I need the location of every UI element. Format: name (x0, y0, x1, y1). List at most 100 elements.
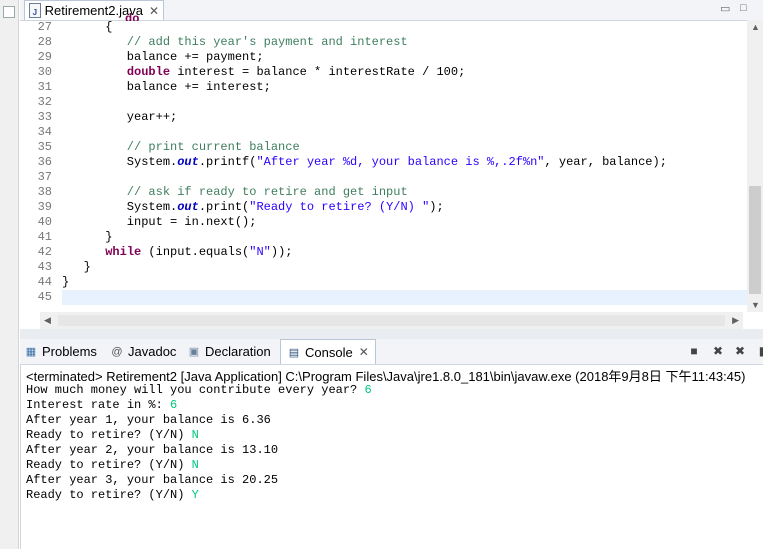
console-output-text: After year 1, your balance is 6.36 (26, 413, 271, 427)
code-editor[interactable]: do 27 28 29 30 31 32 33 34 35 36 37 38 39 40 41 42 43 44 4… (20, 12, 763, 332)
code-token: , year, balance); (544, 155, 667, 169)
code-token: double (126, 65, 171, 79)
code-token: ); (429, 200, 444, 214)
tab-declaration[interactable]: ▣ Declaration (187, 339, 271, 364)
remove-all-terminated-icon[interactable]: ✖ (732, 343, 748, 359)
code-line[interactable]: // print current balance (62, 140, 747, 155)
code-line[interactable]: balance += interest; (62, 80, 747, 95)
line-number: 28 (37, 35, 52, 49)
code-token: "After year %d, your balance is %,.2f%n" (256, 155, 545, 169)
console-output-text: Ready to retire? (Y/N) (26, 458, 192, 472)
code-token: year++; (62, 110, 178, 124)
code-token: interest = balance * interestRate / 100; (170, 65, 466, 79)
line-number: 44 (37, 275, 52, 289)
code-line[interactable]: input = in.next(); (62, 215, 747, 230)
console-line: Interest rate in %: 6 (26, 398, 372, 413)
code-token: System. (62, 200, 178, 214)
scroll-down-arrow-icon[interactable]: ▼ (751, 300, 760, 310)
code-text[interactable]: { // add this year's payment and interes… (62, 20, 763, 305)
scroll-right-arrow-icon[interactable]: ▶ (732, 315, 739, 326)
line-number: 41 (37, 230, 52, 244)
line-number: 35 (37, 140, 52, 154)
code-token: while (105, 245, 142, 259)
code-line[interactable]: // ask if ready to retire and get input (62, 185, 747, 200)
code-line[interactable]: double interest = balance * interestRate… (62, 65, 747, 80)
code-line[interactable] (62, 95, 747, 110)
console-line: After year 3, your balance is 20.25 (26, 473, 372, 488)
terminate-icon[interactable]: ■ (686, 343, 702, 359)
problems-icon: ▦ (25, 346, 37, 358)
tab-problems[interactable]: ▦ Problems (24, 339, 97, 364)
code-token: "Ready to retire? (Y/N) " (249, 200, 430, 214)
code-line[interactable] (62, 290, 763, 305)
code-line[interactable] (62, 125, 747, 140)
line-number: 39 (37, 200, 52, 214)
scroll-up-arrow-icon[interactable]: ▲ (751, 22, 760, 32)
code-token: input = in.next(); (62, 215, 257, 229)
code-token: .printf( (198, 155, 257, 169)
scroll-left-arrow-icon[interactable]: ◀ (44, 315, 51, 326)
tab-javadoc[interactable]: @ Javadoc (110, 339, 176, 364)
code-token: balance += payment; (62, 50, 264, 64)
console-line: How much money will you contribute every… (26, 383, 372, 398)
code-token: { (62, 20, 113, 34)
line-number: 30 (37, 65, 52, 79)
code-line[interactable]: } (62, 230, 747, 245)
code-token: } (62, 260, 91, 274)
code-line[interactable]: } (62, 275, 747, 290)
console-user-input: N (191, 428, 199, 442)
at-sign-icon: @ (111, 345, 123, 358)
console-line: Ready to retire? (Y/N) N (26, 458, 372, 473)
bottom-panel-tab-bar: ▦ Problems @ Javadoc ▣ Declaration ▤ Con… (20, 339, 763, 365)
code-line[interactable]: balance += payment; (62, 50, 747, 65)
console-line: Ready to retire? (Y/N) N (26, 428, 372, 443)
line-number: 38 (37, 185, 52, 199)
left-trim-bar (0, 0, 19, 549)
remove-launch-icon[interactable]: ✖ (710, 343, 726, 359)
panel-divider[interactable] (20, 329, 763, 339)
code-token: (input.equals( (141, 245, 250, 259)
console-user-input: Y (191, 488, 199, 502)
console-output-text: After year 3, your balance is 20.25 (26, 473, 279, 487)
view-menu-icon[interactable]: ▮ (754, 343, 763, 359)
line-number: 43 (37, 260, 52, 274)
code-line[interactable]: System.out.print("Ready to retire? (Y/N)… (62, 200, 747, 215)
code-line[interactable]: while (input.equals("N")); (62, 245, 747, 260)
tab-console[interactable]: ▤ Console ✕ (280, 339, 376, 364)
code-token: } (62, 230, 113, 244)
code-line[interactable]: year++; (62, 110, 747, 125)
console-icon: ▤ (288, 346, 300, 359)
console-user-input: N (191, 458, 199, 472)
code-line[interactable]: } (62, 260, 747, 275)
close-console-tab-icon[interactable]: ✕ (359, 345, 369, 359)
line-number: 45 (37, 290, 52, 304)
line-number: 40 (37, 215, 52, 229)
editor-horizontal-scrollbar[interactable]: ◀ ▶ (40, 312, 743, 329)
code-token: out (177, 200, 199, 214)
line-number: 36 (37, 155, 52, 169)
code-token: .print( (198, 200, 250, 214)
line-number: 34 (37, 125, 52, 139)
code-line[interactable]: System.out.printf("After year %d, your b… (62, 155, 747, 170)
console-line: After year 1, your balance is 6.36 (26, 413, 372, 428)
code-token: } (62, 275, 70, 289)
line-number: 37 (37, 170, 52, 184)
editor-vertical-scrollbar[interactable]: ▲ ▼ (747, 20, 763, 312)
console-output-text: How much money will you contribute every… (26, 383, 365, 397)
code-line[interactable]: // add this year's payment and interest (62, 35, 747, 50)
console-output-text: Interest rate in %: (26, 398, 171, 412)
code-token: balance += interest; (62, 80, 271, 94)
editor-scroll-thumb[interactable] (749, 186, 761, 294)
code-token: "N" (249, 245, 271, 259)
minimized-view-icon[interactable] (3, 6, 15, 18)
tab-declaration-label: Declaration (205, 344, 271, 359)
horizontal-scroll-track[interactable] (58, 315, 725, 326)
declaration-icon: ▣ (188, 346, 200, 358)
tab-console-label: Console (305, 344, 353, 360)
code-line[interactable]: { (62, 20, 747, 35)
code-line[interactable] (62, 170, 747, 185)
console-output[interactable]: How much money will you contribute every… (26, 383, 372, 503)
code-token: System. (62, 155, 178, 169)
